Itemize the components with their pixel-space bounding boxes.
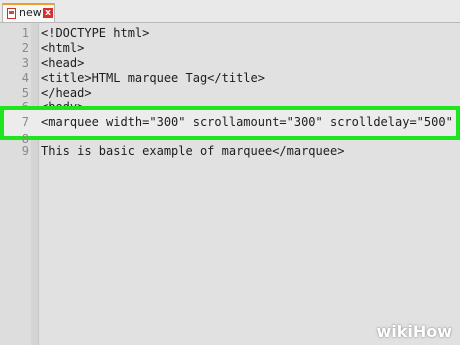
line-number: 2	[21, 41, 29, 55]
code-text: </head>	[41, 86, 92, 100]
tab-bar: new 2 x	[0, 0, 460, 23]
code-text: <html>	[41, 41, 85, 55]
code-text: This is basic example of marquee</marque…	[41, 144, 345, 158]
code-text: <marquee width="300" scrollamount="300" …	[41, 115, 460, 129]
watermark-logo: wikiHow	[376, 322, 452, 341]
line-number: 9	[21, 144, 29, 158]
fold-margin	[31, 23, 38, 345]
line-number: 5	[21, 86, 29, 100]
file-icon	[7, 8, 16, 19]
line-number: 4	[21, 71, 29, 85]
line-number: 7	[21, 115, 29, 129]
code-text: <title>HTML marquee Tag</title>	[41, 71, 265, 85]
code-text: <!DOCTYPE html>	[41, 26, 150, 40]
code-text: <head>	[41, 56, 85, 70]
close-icon[interactable]: x	[43, 8, 53, 18]
code-editor[interactable]: 1 <!DOCTYPE html> 2 <html> 3 <head> 4 <t…	[0, 23, 460, 345]
line-number: 3	[21, 56, 29, 70]
line-number: 1	[21, 26, 29, 40]
tab-new-2[interactable]: new 2 x	[2, 3, 55, 22]
